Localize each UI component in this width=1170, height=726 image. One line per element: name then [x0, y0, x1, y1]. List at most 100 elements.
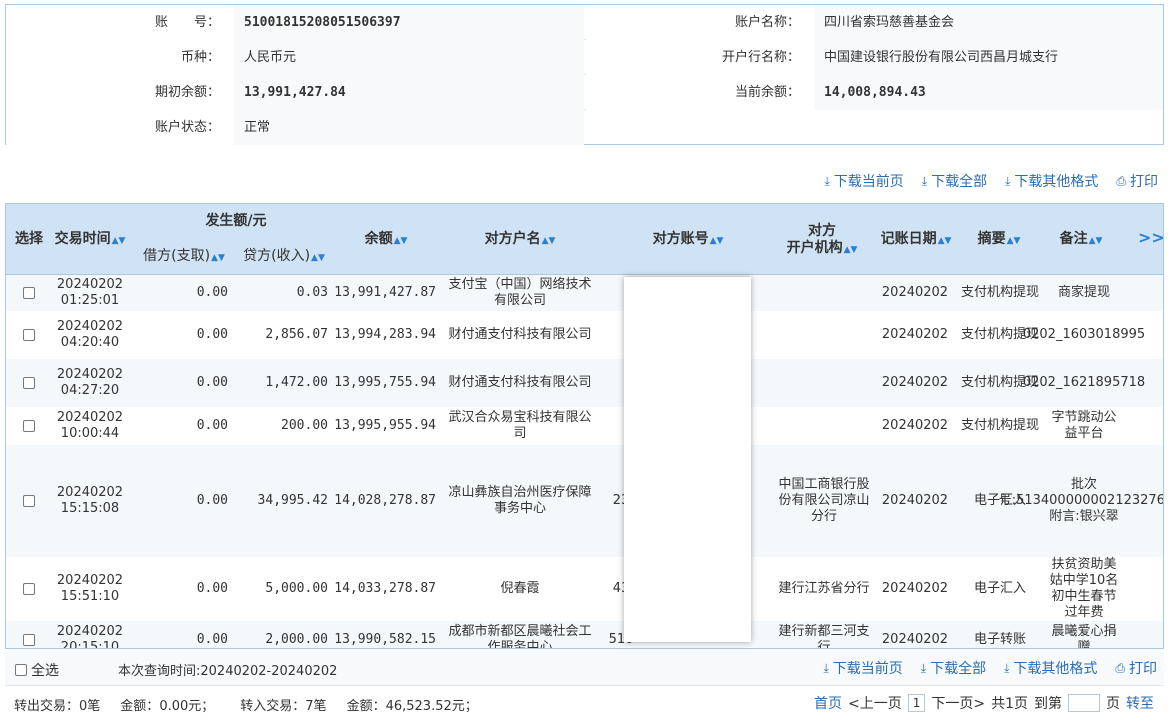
- cell-book-date: 20240202: [876, 557, 954, 621]
- download-icon: ⤓: [920, 660, 927, 675]
- header-counter-bank-line2: 开户机构: [786, 240, 843, 256]
- sort-icon: ▲▼: [937, 236, 952, 246]
- cell-summary-text: 电子转账: [973, 632, 1026, 647]
- cell-counter-bank: 建行江苏省分行: [776, 557, 872, 621]
- header-counter-name[interactable]: 对方户名▲▼: [450, 231, 590, 250]
- cell-clock: 04:27:20: [60, 383, 120, 398]
- cell-clock: 01:25:01: [60, 293, 120, 308]
- cell-debit: 0.00: [136, 557, 228, 621]
- cell-counter-bank: 建行新都三河支行: [776, 621, 872, 649]
- cell-credit: 0.03: [232, 275, 328, 311]
- print-link[interactable]: ⎙ 打印: [1116, 171, 1158, 191]
- cell-debit: 0.00: [136, 445, 228, 557]
- cell-counter-bank-text: 建行新都三河支行: [778, 624, 870, 649]
- cell-book-date-text: 20240202: [881, 327, 949, 342]
- download-other-label: 下载其他格式: [1013, 661, 1098, 677]
- header-counter-bank[interactable]: 对方 开户机构▲▼: [776, 223, 868, 259]
- in-count: 7笔: [305, 699, 327, 714]
- prev-page-link[interactable]: <上一页: [848, 693, 902, 713]
- bank-label: 开户行名称：: [586, 40, 814, 75]
- cell-book-date: 20240202: [876, 311, 954, 359]
- cell-remark-text: 扶贫资助美姑中学10名初中生春节过年费: [1049, 557, 1119, 620]
- cell-credit-text: 2,856.07: [265, 327, 328, 342]
- select-all[interactable]: 全选: [15, 660, 59, 680]
- cell-remark-text: 商家提现: [1057, 285, 1110, 300]
- cell-balance: 14,033,278.87: [332, 557, 436, 621]
- goto-page-input[interactable]: [1068, 694, 1100, 712]
- header-book-date-label: 记账日期: [880, 231, 937, 247]
- header-remark[interactable]: 备注▲▼: [1046, 231, 1116, 250]
- cell-debit: 0.00: [136, 275, 228, 311]
- cell-credit-text: 200.00: [281, 418, 328, 433]
- download-all-link[interactable]: ⤓ 下载全部: [922, 171, 987, 191]
- account-info-panel: 账 号： 51001815208051506397 账户名称： 四川省索玛慈善基…: [5, 4, 1164, 145]
- row-checkbox[interactable]: [23, 377, 35, 389]
- download-page-link[interactable]: ⤓ 下载当前页: [823, 658, 902, 678]
- cell-debit-text: 0.00: [196, 632, 228, 647]
- cell-credit: 2,856.07: [232, 311, 328, 359]
- cell-balance-text: 14,033,278.87: [334, 581, 436, 596]
- go-button[interactable]: 转至: [1126, 693, 1154, 713]
- download-other-link[interactable]: ⤓ 下载其他格式: [1005, 171, 1098, 191]
- status-label: 账户状态：: [6, 110, 234, 145]
- table-row: 20240202 15:15:08 0.00 34,995.42 14,028,278.…: [6, 445, 1163, 557]
- print-link[interactable]: ⎙ 打印: [1115, 658, 1157, 678]
- cell-date: 20240202: [56, 319, 124, 334]
- select-all-checkbox[interactable]: [15, 664, 27, 676]
- cell-debit-text: 0.00: [196, 375, 228, 390]
- cell-remark: 商家提现: [1046, 275, 1122, 311]
- out-label: 转出交易：: [14, 699, 80, 714]
- cell-book-date-text: 20240202: [881, 285, 949, 300]
- row-checkbox[interactable]: [23, 495, 35, 507]
- cell-time: 20240202 04:20:40: [50, 311, 130, 359]
- cell-counter-name-text: 支付宝（中国）网络技术有限公司: [448, 277, 592, 308]
- cell-debit-text: 0.00: [196, 285, 228, 300]
- cell-debit-text: 0.00: [196, 581, 228, 596]
- cell-book-date-text: 20240202: [881, 581, 949, 596]
- header-credit[interactable]: 贷方(收入)▲▼: [236, 248, 332, 267]
- cell-counter-name-text: 财付通支付科技有限公司: [448, 375, 592, 390]
- next-page-link[interactable]: 下一页>: [931, 693, 985, 713]
- download-page-link[interactable]: ⤓ 下载当前页: [824, 171, 903, 191]
- download-other-link[interactable]: ⤓ 下载其他格式: [1004, 658, 1097, 678]
- header-counter-account[interactable]: 对方账号▲▼: [618, 231, 758, 250]
- cell-counter-bank: [776, 311, 872, 359]
- header-balance[interactable]: 余额▲▼: [346, 231, 426, 250]
- header-book-date[interactable]: 记账日期▲▼: [876, 231, 956, 250]
- cell-balance-text: 13,994,283.94: [334, 327, 436, 342]
- account-no-value: 51001815208051506397: [234, 5, 584, 40]
- download-all-label: 下载全部: [931, 174, 988, 190]
- row-checkbox[interactable]: [23, 583, 35, 595]
- download-icon: ⤓: [823, 660, 829, 675]
- more-columns-button[interactable]: >>: [1138, 228, 1163, 247]
- cell-credit: 1,472.00: [232, 359, 328, 407]
- cell-book-date: 20240202: [876, 359, 954, 407]
- cell-date: 20240202: [56, 277, 124, 292]
- cell-counter-name: 支付宝（中国）网络技术有限公司: [446, 275, 594, 311]
- header-summary[interactable]: 摘要▲▼: [964, 231, 1034, 250]
- cell-date: 20240202: [56, 573, 124, 588]
- cell-remark-text: 0202_1621895718: [1022, 375, 1146, 390]
- cell-remark: 扶贫资助美姑中学10名初中生春节过年费: [1046, 557, 1122, 621]
- cell-clock: 15:15:08: [60, 501, 120, 516]
- row-checkbox[interactable]: [23, 329, 35, 341]
- header-debit[interactable]: 借方(支取)▲▼: [136, 248, 232, 267]
- header-select: 选择: [15, 231, 43, 247]
- download-all-label: 下载全部: [930, 661, 987, 677]
- cell-counter-name: 武汉合众易宝科技有限公司: [446, 407, 594, 445]
- first-page-link[interactable]: 首页: [814, 693, 842, 713]
- header-time[interactable]: 交易时间▲▼: [50, 231, 130, 250]
- row-checkbox[interactable]: [23, 634, 35, 646]
- select-all-label: 全选: [31, 663, 59, 679]
- cell-remark-text: 字节跳动公益平台: [1051, 410, 1117, 441]
- current-page[interactable]: 1: [907, 694, 926, 712]
- cell-counter-bank: [776, 275, 872, 311]
- download-all-link[interactable]: ⤓ 下载全部: [921, 658, 986, 678]
- cell-book-date-text: 20240202: [881, 632, 949, 647]
- summary-bar: 转出交易： 0笔 金额： 0.00元； 转入交易： 7笔 金额： 46,523.52元；…: [5, 688, 1164, 722]
- row-checkbox[interactable]: [23, 287, 35, 299]
- download-other-label: 下载其他格式: [1014, 174, 1099, 190]
- row-checkbox[interactable]: [23, 420, 35, 432]
- cell-time: 20240202 04:27:20: [50, 359, 130, 407]
- cell-balance: 13,991,427.87: [332, 275, 436, 311]
